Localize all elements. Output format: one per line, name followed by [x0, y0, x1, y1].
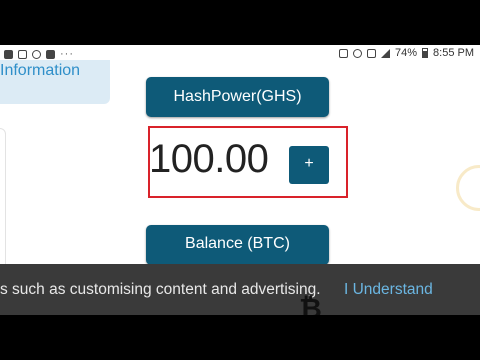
message-icon [4, 49, 13, 59]
chat-icon [18, 49, 27, 59]
cast-icon [32, 49, 41, 59]
battery-percent: 74% [395, 47, 418, 59]
cookie-accept-button[interactable]: I Understand [344, 281, 433, 299]
hashpower-value: 100.00 [149, 137, 269, 181]
more-dots-icon: ··· [60, 48, 74, 60]
notification-icons: ··· [4, 48, 74, 60]
cast-icon [339, 48, 348, 58]
lte-icon [367, 48, 376, 58]
clock: 8:55 PM [433, 47, 474, 59]
increase-hashpower-button[interactable]: + [289, 146, 329, 184]
left-card [0, 128, 6, 270]
bitcoin-logo-icon: ₿ [299, 293, 322, 315]
battery-icon [422, 48, 429, 58]
hashpower-label[interactable]: HashPower(GHS) [146, 77, 329, 117]
youtube-icon [46, 49, 55, 59]
no-sound-icon [353, 48, 362, 58]
system-icons: 74% 8:55 PM [339, 47, 474, 59]
info-label[interactable]: Information [0, 62, 80, 80]
signal-icon [381, 48, 390, 58]
cookie-text: s such as customising content and advert… [0, 281, 321, 298]
balance-label[interactable]: Balance (BTC) [146, 225, 329, 265]
